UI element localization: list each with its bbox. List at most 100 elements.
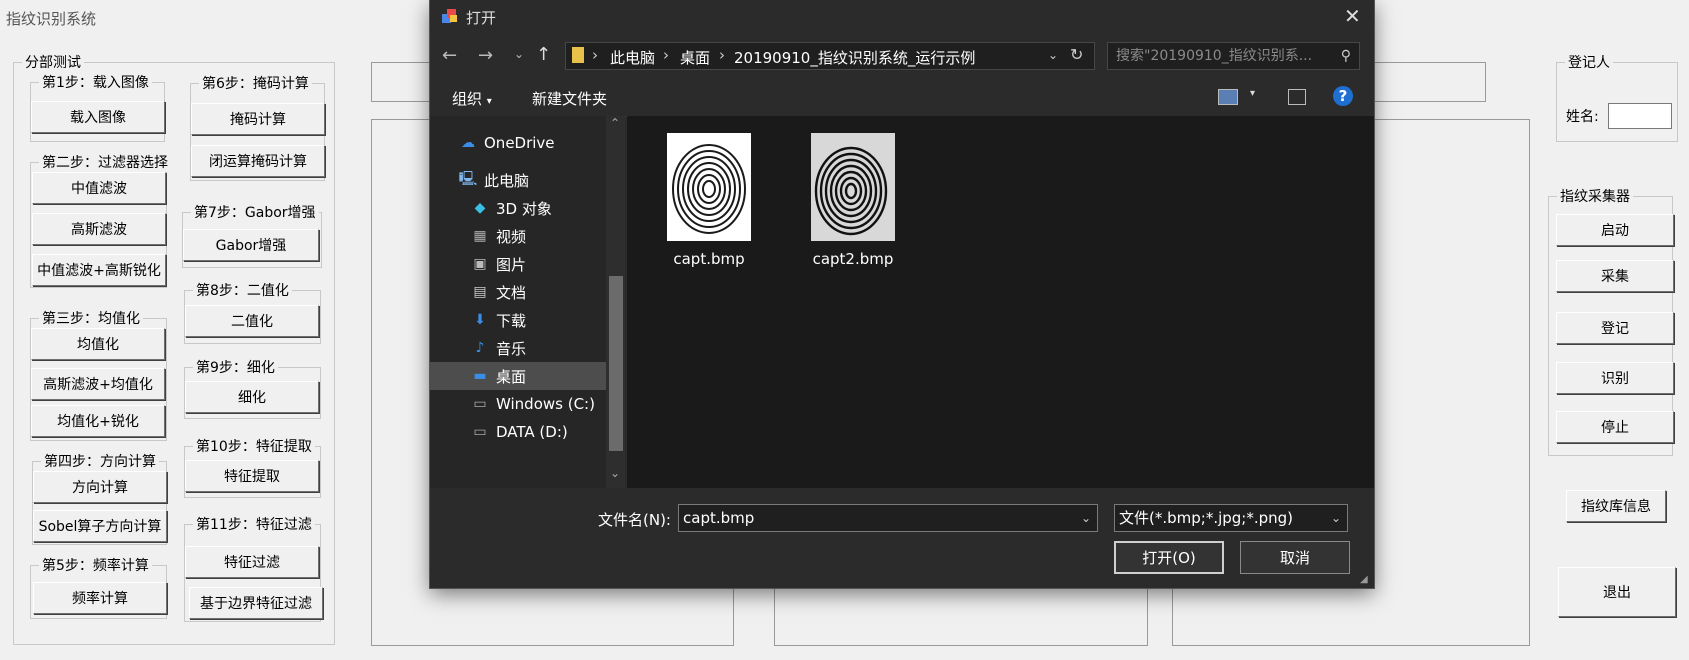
step1-title: 第1步：载入图像 — [39, 72, 152, 92]
nav-label: 此电脑 — [484, 171, 530, 190]
back-arrow-icon[interactable]: ← — [442, 45, 457, 66]
resize-grip-icon[interactable]: ◢ — [1360, 574, 1368, 585]
mask-calc-button[interactable]: 掩码计算 — [191, 103, 325, 135]
step11-title: 第11步：特征过滤 — [193, 514, 315, 534]
gabor-enhance-button[interactable]: Gabor增强 — [183, 229, 319, 261]
step10-title: 第10步：特征提取 — [193, 436, 315, 456]
register-button[interactable]: 登记 — [1556, 312, 1674, 344]
gaussian-filter-button[interactable]: 高斯滤波 — [32, 213, 166, 245]
median-filter-button[interactable]: 中值滤波 — [32, 172, 166, 204]
file-name: capt2.bmp — [812, 250, 894, 268]
dialog-app-icon — [440, 6, 460, 30]
nav-scroll-thumb[interactable] — [609, 276, 623, 451]
closing-mask-calc-button[interactable]: 闭运算掩码计算 — [191, 145, 325, 177]
fingerprint-db-info-button[interactable]: 指纹库信息 — [1566, 490, 1666, 522]
fingerprint-thumbnail-icon — [811, 133, 895, 241]
desktop-icon: ▬ — [473, 368, 487, 384]
equalize-sharpen-button[interactable]: 均值化+锐化 — [31, 405, 165, 437]
register-title: 登记人 — [1565, 52, 1613, 72]
folder-icon — [572, 47, 584, 63]
binarize-button[interactable]: 二值化 — [185, 305, 319, 337]
file-item-capt2[interactable]: capt2.bmp — [811, 133, 895, 268]
breadcrumb-sep-icon: › — [663, 46, 669, 64]
fingerprint-thumbnail-icon — [667, 133, 751, 241]
nav-label: 视频 — [496, 227, 527, 246]
feature-filter-button[interactable]: 特征过滤 — [185, 546, 319, 578]
filename-value: capt.bmp — [683, 509, 755, 527]
frequency-calc-button[interactable]: 频率计算 — [33, 582, 167, 614]
organize-label: 组织 — [452, 90, 483, 108]
help-icon[interactable]: ? — [1333, 86, 1353, 106]
nav-label: Windows (C:) — [496, 395, 595, 413]
breadcrumb-desktop[interactable]: 桌面 — [680, 47, 710, 68]
nav-item-this-pc[interactable]: 🖳 此电脑 — [430, 166, 634, 194]
step8-title: 第8步：二值化 — [193, 280, 292, 300]
nav-label: 文档 — [496, 283, 527, 302]
gaussian-equalize-button[interactable]: 高斯滤波+均值化 — [31, 368, 165, 400]
file-name: capt.bmp — [673, 250, 745, 268]
nav-label: 图片 — [496, 255, 527, 274]
capture-button[interactable]: 采集 — [1556, 260, 1674, 292]
name-input[interactable] — [1608, 103, 1672, 129]
nav-label: 桌面 — [496, 367, 527, 386]
new-folder-button[interactable]: 新建文件夹 — [532, 88, 607, 109]
sobel-direction-button[interactable]: Sobel算子方向计算 — [33, 510, 167, 542]
nav-item-onedrive[interactable]: ☁ OneDrive — [430, 129, 634, 157]
up-arrow-icon[interactable]: ↑ — [536, 44, 551, 65]
filename-label: 文件名(N): — [598, 511, 671, 529]
step7-title: 第7步：Gabor增强 — [191, 202, 319, 222]
filename-input[interactable]: capt.bmp ⌄ — [678, 504, 1098, 532]
name-label: 姓名: — [1566, 109, 1599, 125]
music-icon: ♪ — [475, 340, 485, 356]
step4-title: 第四步：方向计算 — [41, 451, 159, 471]
step3-title: 第三步：均值化 — [39, 308, 143, 328]
equalize-button[interactable]: 均值化 — [31, 328, 165, 360]
video-icon: ▦ — [473, 228, 487, 244]
document-icon: ▤ — [473, 284, 487, 300]
boundary-feature-filter-button[interactable]: 基于边界特征过滤 — [189, 587, 323, 619]
preview-pane-icon[interactable] — [1288, 89, 1306, 105]
address-dropdown-icon[interactable]: ⌄ — [1048, 48, 1058, 62]
feature-extract-button[interactable]: 特征提取 — [185, 460, 319, 492]
scroll-down-icon[interactable]: ⌄ — [610, 466, 620, 480]
filetype-select[interactable]: 文件(*.bmp;*.jpg;*.png) ⌄ — [1114, 504, 1348, 532]
scroll-up-icon[interactable]: ⌃ — [610, 116, 620, 130]
collector-title: 指纹采集器 — [1557, 186, 1633, 206]
view-dropdown-icon[interactable]: ▾ — [1250, 88, 1255, 99]
view-options-icon[interactable] — [1218, 89, 1238, 105]
search-input[interactable]: 搜索"20190910_指纹识别系... ⚲ — [1107, 42, 1360, 70]
navigation-pane: ☁ OneDrive 🖳 此电脑 ◆ 3D 对象 ▦ 视频 ▣ 图片 ▤ 文档 ⬇ 下载 ♪ 音… — [430, 116, 625, 488]
drive-icon: ▭ — [473, 396, 487, 412]
stop-button[interactable]: 停止 — [1556, 411, 1674, 443]
start-button[interactable]: 启动 — [1556, 214, 1674, 246]
address-bar[interactable]: › 此电脑 › 桌面 › 20190910_指纹识别系统_运行示例 ⌄ ↻ — [565, 42, 1095, 70]
exit-button[interactable]: 退出 — [1558, 567, 1676, 617]
median-gaussian-sharpen-button[interactable]: 中值滤波+高斯锐化 — [32, 254, 166, 286]
identify-button[interactable]: 识别 — [1556, 362, 1674, 394]
recent-locations-chevron-icon[interactable]: ⌄ — [514, 47, 524, 61]
cancel-button[interactable]: 取消 — [1240, 541, 1350, 574]
nav-item-desktop[interactable]: ▬ 桌面 — [430, 362, 606, 390]
organize-menu[interactable]: 组织 ▾ — [452, 88, 492, 109]
nav-label: 3D 对象 — [496, 199, 552, 218]
dialog-title: 打开 — [466, 9, 497, 27]
chevron-down-icon[interactable]: ⌄ — [1081, 505, 1091, 531]
refresh-icon[interactable]: ↻ — [1070, 45, 1083, 64]
computer-icon: 🖳 — [458, 171, 478, 187]
forward-arrow-icon[interactable]: → — [478, 45, 493, 66]
load-image-button[interactable]: 载入图像 — [31, 101, 165, 133]
chevron-down-icon[interactable]: ⌄ — [1331, 505, 1341, 531]
thinning-button[interactable]: 细化 — [185, 381, 319, 413]
breadcrumb-this-pc[interactable]: 此电脑 — [610, 47, 655, 68]
file-list: capt.bmp capt2.bmp — [627, 116, 1374, 488]
direction-calc-button[interactable]: 方向计算 — [33, 471, 167, 503]
drive-icon: ▭ — [473, 424, 487, 440]
step2-title: 第二步：过滤器选择 — [39, 152, 171, 172]
breadcrumb-sep-icon: › — [592, 46, 598, 64]
breadcrumb-folder[interactable]: 20190910_指纹识别系统_运行示例 — [734, 47, 975, 68]
file-item-capt[interactable]: capt.bmp — [667, 133, 751, 268]
close-icon[interactable]: ✕ — [1344, 4, 1361, 28]
open-button[interactable]: 打开(O) — [1114, 541, 1224, 574]
nav-label: 下载 — [496, 311, 527, 330]
step5-title: 第5步：频率计算 — [39, 555, 152, 575]
